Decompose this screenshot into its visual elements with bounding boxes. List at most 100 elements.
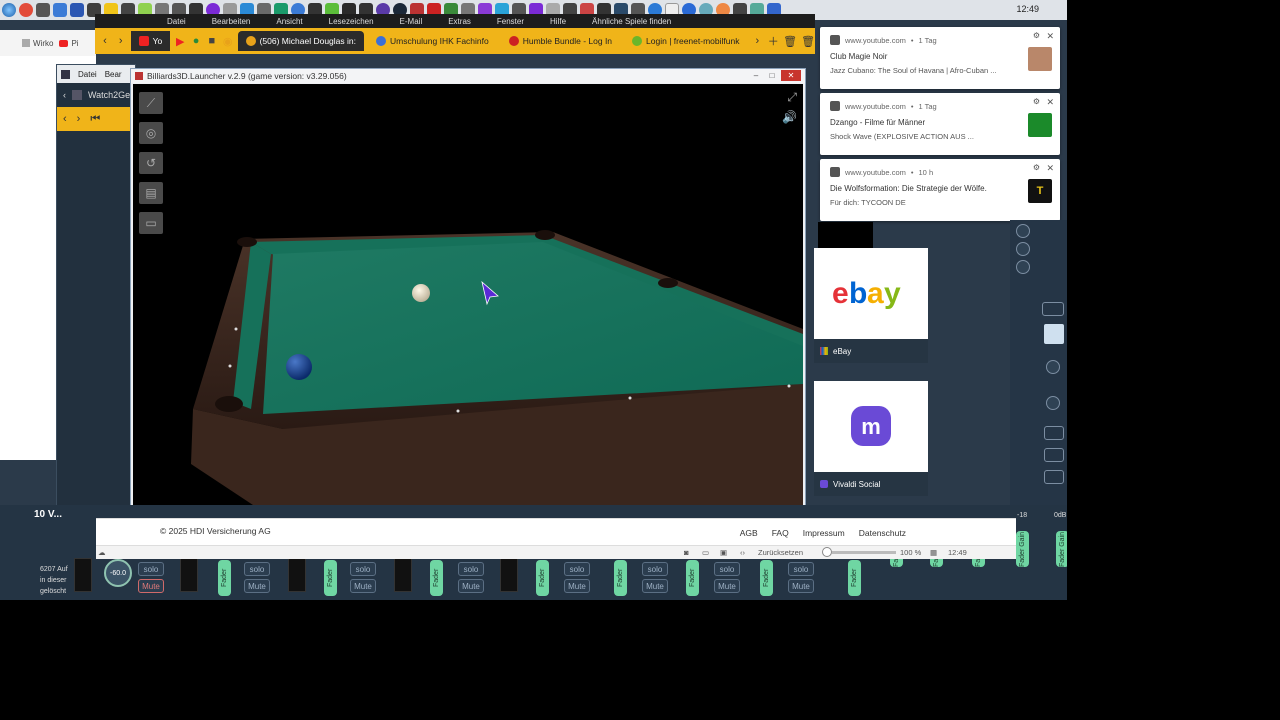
solo-button[interactable]: solo <box>458 562 484 576</box>
footer-link[interactable]: Impressum <box>803 528 845 538</box>
solo-button[interactable]: solo <box>714 562 740 576</box>
solo-button[interactable]: solo <box>642 562 668 576</box>
cloud-icon[interactable]: ☁ <box>98 548 106 557</box>
tab-2[interactable]: Humble Bundle - Log In <box>501 31 620 51</box>
solo-button[interactable]: solo <box>244 562 270 576</box>
solo-button[interactable]: solo <box>138 562 164 576</box>
gear-icon[interactable]: ⚙ <box>1033 163 1040 172</box>
zoom-reset-button[interactable]: Zurücksetzen <box>758 548 803 557</box>
app-icon[interactable] <box>53 3 67 17</box>
mute-button[interactable]: Mute <box>458 579 484 593</box>
mute-button[interactable]: Mute <box>564 579 590 593</box>
vivaldi-icon[interactable]: ◉ <box>222 32 234 50</box>
start-orb-icon[interactable] <box>2 3 16 17</box>
zoom-slider-thumb[interactable] <box>822 547 832 557</box>
solo-button[interactable]: solo <box>788 562 814 576</box>
fader-slider[interactable]: Fader <box>760 560 773 596</box>
mixer-button[interactable] <box>1044 426 1064 440</box>
mixer-knob[interactable] <box>1016 224 1030 238</box>
fader-gain-slider[interactable]: Fader Gain <box>1056 531 1067 567</box>
game-viewport[interactable]: ⟋ ◎ ↺ ▤ ▭ ⤢ 🔊 <box>133 84 803 505</box>
mute-button[interactable]: Mute <box>714 579 740 593</box>
trash-icon[interactable]: 🗑 <box>783 32 797 50</box>
tab-0[interactable]: (506) Michael Douglas in: <box>237 31 364 51</box>
window-icon[interactable]: ▭ <box>702 548 709 557</box>
speed-dial-ebay[interactable]: e b a y eBay <box>814 248 928 363</box>
app-icon[interactable] <box>36 3 50 17</box>
fader-gain-slider[interactable]: Fader Gain <box>1016 531 1029 567</box>
code-icon[interactable]: ‹› <box>740 548 745 557</box>
mixer-mode-button[interactable] <box>1044 324 1064 344</box>
menu-item[interactable]: Ähnliche Spiele finden <box>592 17 671 26</box>
solo-button[interactable]: solo <box>350 562 376 576</box>
background-tab[interactable]: Wirko <box>22 39 53 48</box>
gear-icon[interactable]: ⚙ <box>1033 31 1040 40</box>
blue-ball[interactable] <box>286 354 312 380</box>
mixer-knob[interactable] <box>1046 360 1060 374</box>
fader-slider[interactable]: Fader <box>848 560 861 596</box>
menu-item[interactable]: Bearbeiten <box>212 17 251 26</box>
menu-item[interactable]: Lesezeichen <box>329 17 374 26</box>
notification-card[interactable]: www.youtube.com • 1 Tag Club Magie Noir Ja… <box>820 27 1060 89</box>
notification-card[interactable]: www.youtube.com • 10 h Die Wolfsformation:… <box>820 159 1060 221</box>
skip-icon[interactable]: ⏮ <box>90 113 100 126</box>
fader-slider[interactable]: Fader <box>536 560 549 596</box>
mute-button[interactable]: Mute <box>244 579 270 593</box>
trash-icon[interactable]: 🗑 <box>801 32 815 50</box>
app-icon[interactable]: ● <box>190 32 202 50</box>
footer-link[interactable]: Datenschutz <box>859 528 906 538</box>
app-icon[interactable]: ■ <box>206 32 218 50</box>
fader-slider[interactable]: Fader <box>430 560 443 596</box>
zoom-slider[interactable] <box>832 551 896 554</box>
mixer-button[interactable] <box>1042 302 1064 316</box>
mixer-knob[interactable] <box>1016 260 1030 274</box>
mute-button[interactable]: Mute <box>788 579 814 593</box>
fader-slider[interactable]: Fader <box>614 560 627 596</box>
chevron-right-icon[interactable]: › <box>751 32 763 50</box>
chevron-right-icon[interactable]: › <box>115 32 127 50</box>
menu-item[interactable]: Hilfe <box>550 17 566 26</box>
vivaldi-icon[interactable] <box>19 3 33 17</box>
mute-button[interactable]: Mute <box>138 579 164 593</box>
new-tab-icon[interactable]: ＋ <box>767 32 779 50</box>
notification-card[interactable]: www.youtube.com • 1 Tag Dzango - Filme für… <box>820 93 1060 155</box>
menu-item[interactable]: Ansicht <box>276 17 302 26</box>
tab-1[interactable]: Umschulung IHK Fachinfo <box>368 31 497 51</box>
footer-link[interactable]: FAQ <box>772 528 789 538</box>
capture-icon[interactable]: ◙ <box>684 548 689 557</box>
app-icon[interactable] <box>70 3 84 17</box>
close-icon[interactable]: ✕ <box>1046 163 1054 174</box>
rack-balls-icon[interactable]: ◎ <box>139 122 163 144</box>
gear-icon[interactable]: ⚙ <box>1033 97 1040 106</box>
close-icon[interactable]: ✕ <box>1046 31 1054 42</box>
save-icon[interactable]: ▤ <box>139 182 163 204</box>
folder-icon[interactable]: ▭ <box>139 212 163 234</box>
menu-item[interactable]: Datei <box>167 17 186 26</box>
footer-link[interactable]: AGB <box>740 528 758 538</box>
mute-button[interactable]: Mute <box>350 579 376 593</box>
mixer-button[interactable] <box>1044 448 1064 462</box>
close-icon[interactable]: ✕ <box>1046 97 1054 108</box>
cue-ball[interactable] <box>412 284 430 302</box>
close-icon[interactable]: ✕ <box>781 70 801 81</box>
chevron-right-icon[interactable]: › <box>77 113 81 125</box>
youtube-icon[interactable]: ▶ <box>174 32 186 50</box>
chevron-left-icon[interactable]: ‹ <box>99 32 111 50</box>
minimize-icon[interactable]: – <box>749 70 763 81</box>
cue-tool-icon[interactable]: ⟋ <box>139 92 163 114</box>
billiard-table-scene[interactable] <box>133 84 803 505</box>
fader-slider[interactable]: Fader <box>686 560 699 596</box>
image-icon[interactable]: ▣ <box>720 548 727 557</box>
menu-item[interactable]: Datei <box>78 70 97 79</box>
mixer-knob[interactable] <box>1016 242 1030 256</box>
mixer-knob[interactable] <box>1046 396 1060 410</box>
fullscreen-icon[interactable]: ⤢ <box>787 90 797 105</box>
maximize-icon[interactable]: □ <box>765 70 779 81</box>
speaker-icon[interactable]: 🔊 <box>782 110 797 124</box>
menu-item[interactable]: E-Mail <box>400 17 423 26</box>
menu-item[interactable]: Fenster <box>497 17 524 26</box>
mixer-button[interactable] <box>1044 470 1064 484</box>
background-tab[interactable]: Pi <box>59 39 79 48</box>
menu-item[interactable]: Extras <box>448 17 471 26</box>
background-app-row[interactable]: ‹ Watch2Ge <box>57 83 135 107</box>
